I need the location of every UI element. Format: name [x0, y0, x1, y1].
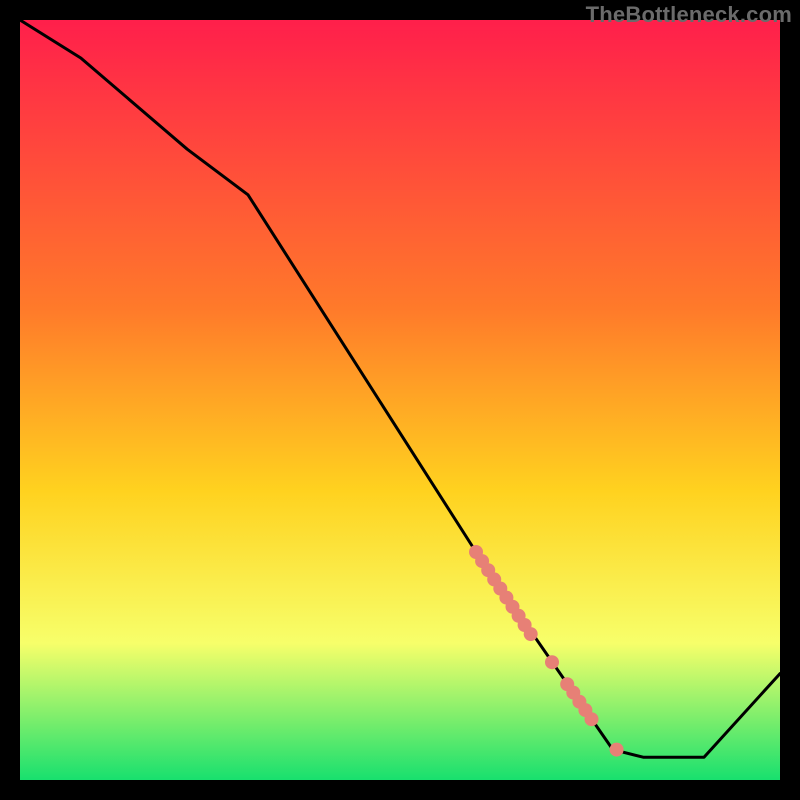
chart-svg: [20, 20, 780, 780]
data-marker: [524, 627, 538, 641]
gradient-background: [20, 20, 780, 780]
chart-frame: TheBottleneck.com: [0, 0, 800, 800]
data-marker: [545, 655, 559, 669]
data-marker: [610, 743, 624, 757]
data-marker: [585, 712, 599, 726]
plot-area: [20, 20, 780, 780]
watermark-text: TheBottleneck.com: [586, 2, 792, 28]
